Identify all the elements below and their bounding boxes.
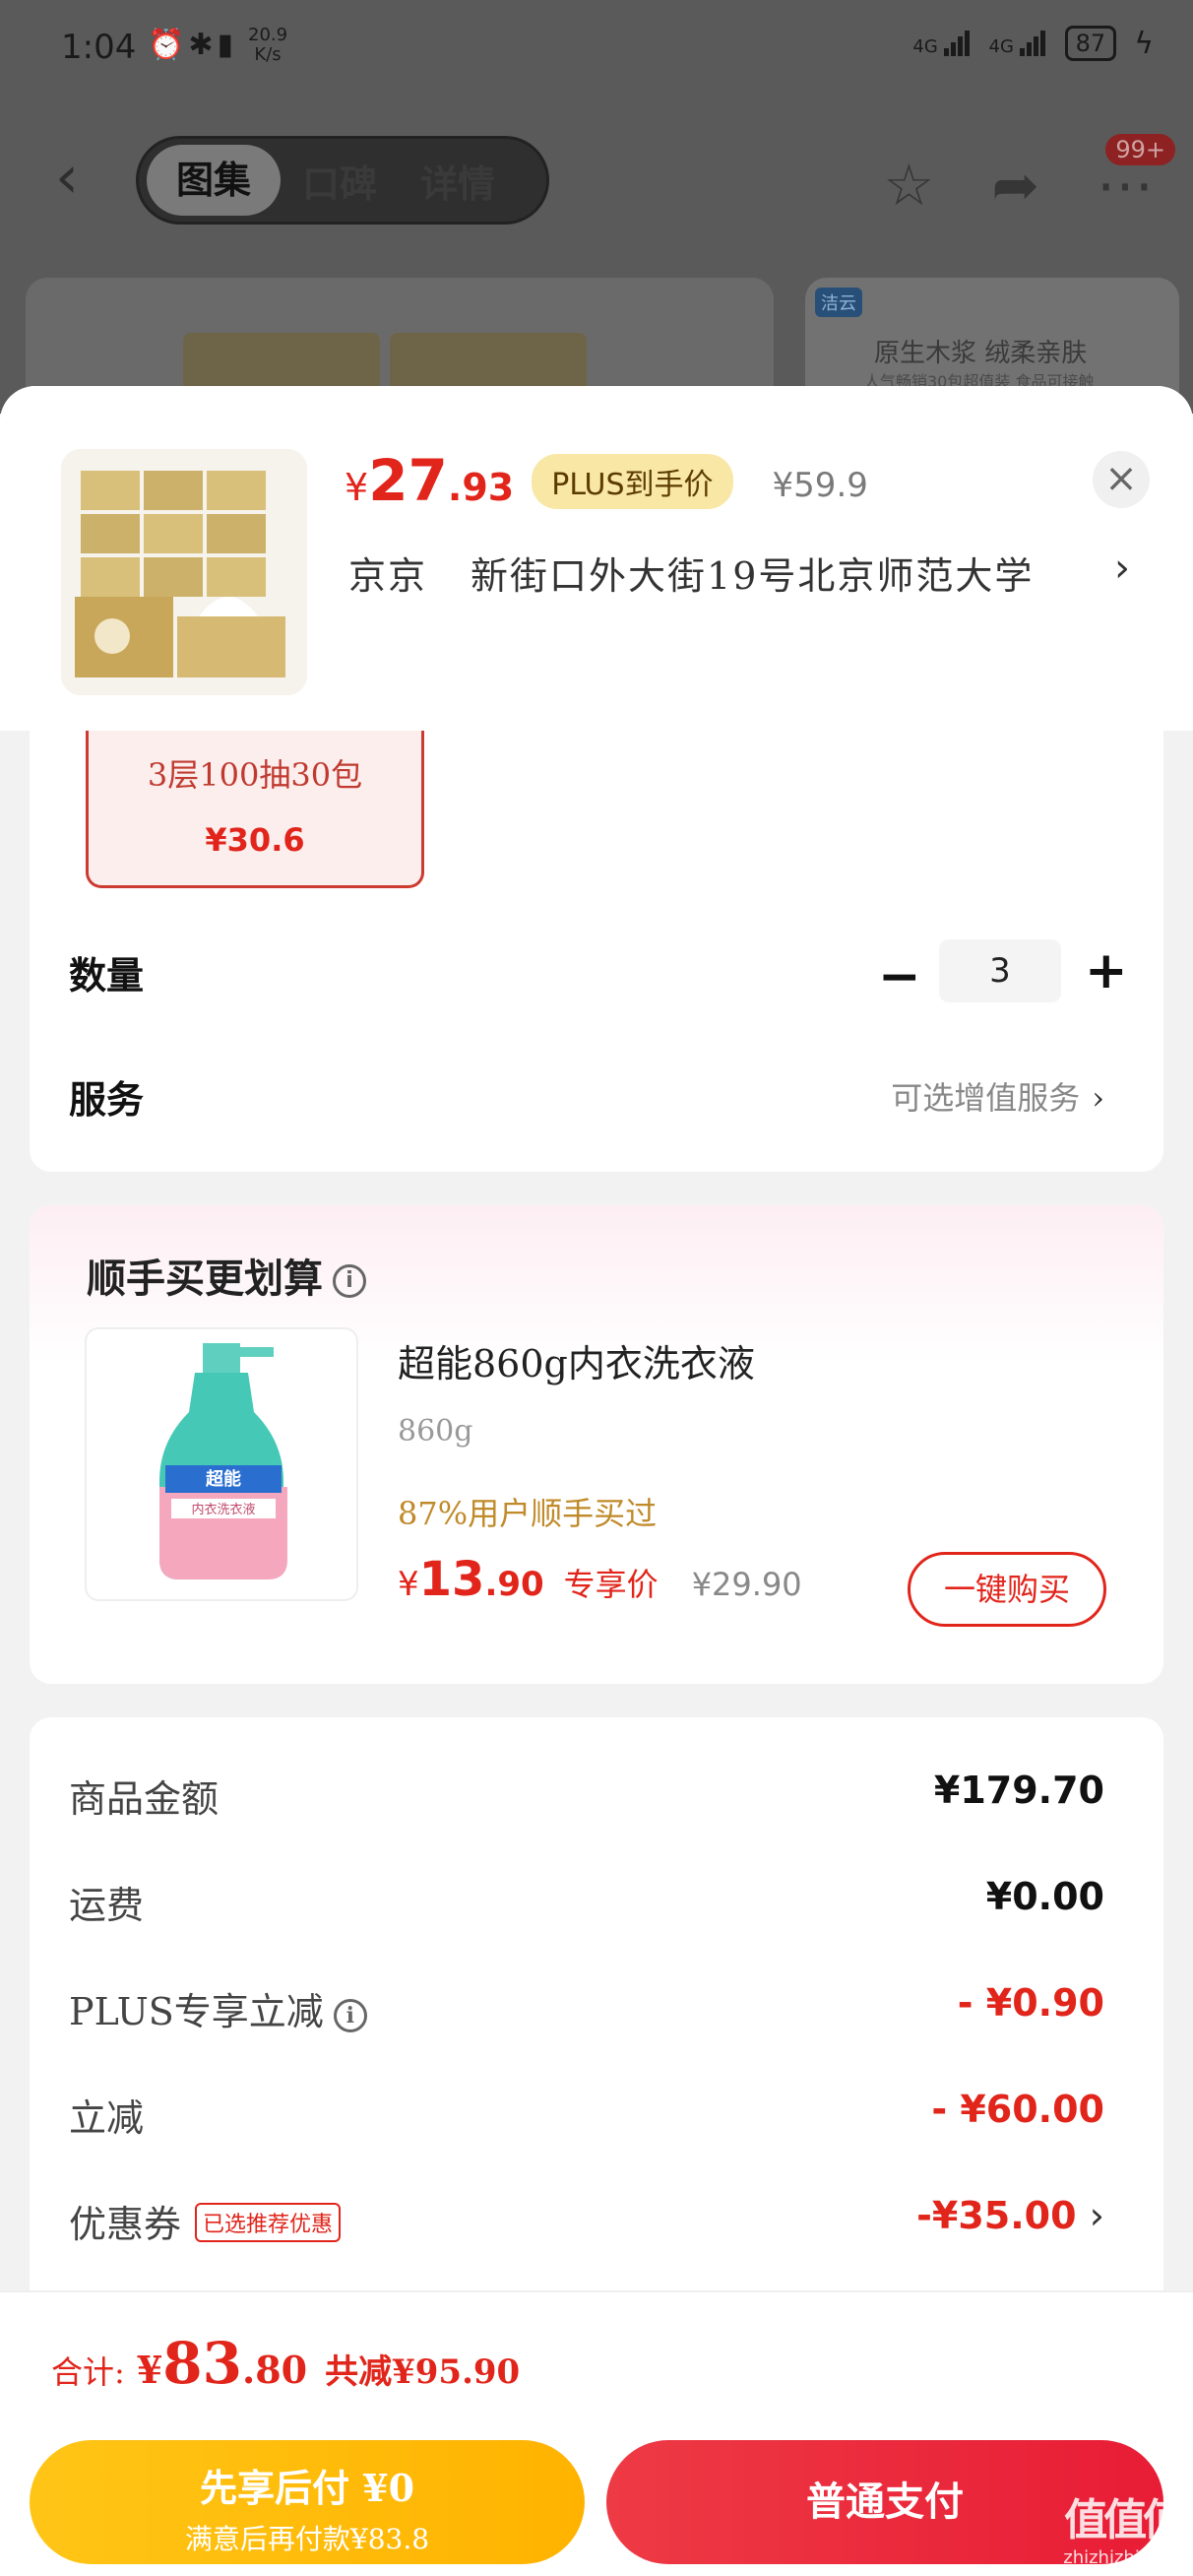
summary-label: 优惠券 已选推荐优惠 [69, 2194, 342, 2248]
summary-row: PLUS专享立减 i - ¥0.90 [69, 1981, 1104, 2040]
bg-ad-logo: 洁云 [815, 288, 862, 317]
upsell-product-image[interactable]: 超能 内衣洗衣液 [85, 1327, 358, 1601]
product-thumbnail[interactable] [61, 449, 307, 695]
spec-option-selected[interactable]: 3层100抽30包 ¥30.6 [86, 731, 424, 888]
watermark-domain: zhizhizhi.com [1063, 2547, 1183, 2568]
address-name: 京京 [348, 554, 428, 598]
summary-value: - ¥0.90 [957, 1981, 1104, 2025]
charging-icon: ϟ [1134, 26, 1154, 61]
order-total: 合计: ¥83.80 共减¥95.90 [51, 2330, 521, 2397]
tab-reviews[interactable]: 口碑 [281, 154, 399, 208]
star-icon[interactable]: ☆ [883, 152, 934, 219]
back-icon[interactable]: ‹ [55, 148, 94, 209]
coupon-row[interactable]: 优惠券 已选推荐优惠 -¥35.00 › [69, 2194, 1104, 2253]
upsell-title: 顺手买更划算 i [87, 1247, 366, 1304]
total-label: 合计: [51, 2353, 125, 2391]
spec-option-price: ¥30.6 [205, 821, 305, 859]
status-right: 4G 4G 87 ϟ [912, 26, 1154, 61]
status-system-icons: ⏰✱▮ [148, 28, 237, 62]
pay-later-button[interactable]: 先享后付 ¥0 满意后再付款¥83.8 [30, 2440, 585, 2564]
delivery-address[interactable]: 京京 新街口外大街19号北京师范大学 [348, 546, 1034, 600]
summary-label: 商品金额 [69, 1777, 220, 1821]
signal-icon: 4G [989, 31, 1047, 56]
close-icon[interactable]: × [1093, 451, 1150, 508]
watermark: 值值值 zhizhizhi.com [1063, 2484, 1186, 2568]
net-speed: 20.9 K/s [248, 25, 288, 65]
product-nav: ‹ 图集 口碑 详情 ☆ ➦ ⋯ 99+ [0, 128, 1193, 236]
one-click-buy-button[interactable]: 一键购买 [908, 1552, 1106, 1627]
pay-later-title: 先享后付 ¥0 [199, 2466, 415, 2510]
message-badge: 99+ [1105, 134, 1175, 165]
spec-option-label: 3层100抽30包 [147, 756, 363, 794]
upsell-price-row: ¥13.90 专享价 ¥29.90 [398, 1552, 802, 1607]
summary-value: ¥179.70 [933, 1769, 1104, 1812]
plus-icon[interactable]: + [1085, 941, 1128, 1000]
total-amount: 83 [162, 2330, 242, 2397]
status-time: 1:04 [61, 28, 137, 67]
chevron-right-icon[interactable]: › [1114, 546, 1130, 591]
info-icon[interactable]: i [333, 1998, 367, 2032]
tissue-pack-image [61, 449, 307, 695]
page-backdrop: 1:04 ⏰✱▮ 20.9 K/s 4G 4G 87 ϟ ‹ 图集 口碑 详情 [0, 0, 1193, 414]
purchase-sheet: ¥27.93 PLUS到手价 ¥59.9 × 京京 新街口外大街19号北京师范大学… [0, 386, 1193, 2576]
summary-row: 运费 ¥0.00 [69, 1875, 1104, 1934]
price-summary: 商品金额 ¥179.70 运费 ¥0.00 PLUS专享立减 i - ¥0.90 … [30, 1717, 1163, 2328]
pay-later-subtitle: 满意后再付款¥83.8 [184, 2523, 430, 2555]
service-selector[interactable]: 可选增值服务 › [891, 1073, 1104, 1119]
upsell-card: 顺手买更划算 i 超能 内衣洗衣液 超能860g内衣洗衣液 860g 87%用户顺… [30, 1205, 1163, 1684]
watermark-logo: 值值值 [1064, 2495, 1186, 2545]
upsell-original-price: ¥29.90 [691, 1566, 802, 1603]
summary-label: 运费 [69, 1884, 145, 1927]
product-price: ¥27.93 [345, 447, 515, 514]
original-price: ¥59.9 [772, 466, 868, 505]
info-icon[interactable]: i [333, 1264, 366, 1298]
summary-row: 商品金额 ¥179.70 [69, 1769, 1104, 1828]
total-saved: 共减¥95.90 [325, 2352, 521, 2392]
sheet-header: ¥27.93 PLUS到手价 ¥59.9 × 京京 新街口外大街19号北京师范大学… [0, 386, 1193, 731]
upsell-price: ¥13.90 [398, 1552, 544, 1607]
share-icon[interactable]: ➦ [991, 152, 1039, 219]
spec-section: 3层100抽30包 ¥30.6 数量 − 3 + 服务 可选增值服务 › [30, 731, 1163, 1172]
summary-label: PLUS专享立减 i [69, 1981, 367, 2035]
svg-text:超能: 超能 [206, 1468, 241, 1490]
status-bar: 1:04 ⏰✱▮ 20.9 K/s 4G 4G 87 ϟ [0, 0, 1193, 95]
plus-price-tag: PLUS到手价 [532, 454, 733, 509]
detergent-bottle-image: 超能 内衣洗衣液 [159, 1343, 287, 1579]
chevron-right-icon: › [1092, 1079, 1104, 1117]
summary-row: 立减 - ¥60.00 [69, 2088, 1104, 2147]
bg-ad-headline: 原生木浆 绒柔亲肤 [874, 339, 1088, 368]
quantity-input[interactable]: 3 [939, 939, 1061, 1002]
checkout-footer: 合计: ¥83.80 共减¥95.90 先享后付 ¥0 满意后再付款¥83.8 … [0, 2290, 1193, 2576]
summary-value: ¥0.00 [985, 1875, 1104, 1918]
summary-value: -¥35.00 › [916, 2194, 1104, 2237]
tab-details[interactable]: 详情 [399, 154, 517, 208]
signal-icon: 4G [912, 31, 971, 56]
service-label: 服务 [69, 1078, 145, 1122]
upsell-product-spec: 860g [398, 1414, 473, 1449]
nav-tabs: 图集 口碑 详情 [136, 136, 549, 225]
coupon-tag: 已选推荐优惠 [195, 2202, 342, 2242]
chevron-right-icon: › [1089, 2194, 1104, 2237]
summary-value: - ¥60.00 [931, 2088, 1104, 2131]
product-price-row: ¥27.93 PLUS到手价 ¥59.9 [345, 447, 868, 515]
upsell-bought-percentage: 87%用户顺手买过 [398, 1495, 658, 1532]
address-text: 新街口外大街19号北京师范大学 [471, 554, 1035, 598]
minus-icon[interactable]: − [878, 947, 921, 1006]
summary-label: 立减 [69, 2096, 145, 2140]
battery-icon: 87 [1064, 26, 1117, 61]
svg-text:内衣洗衣液: 内衣洗衣液 [191, 1502, 255, 1517]
tab-gallery[interactable]: 图集 [147, 145, 282, 216]
upsell-price-label: 专享价 [563, 1566, 659, 1603]
quantity-label: 数量 [69, 954, 145, 998]
upsell-product-name[interactable]: 超能860g内衣洗衣液 [398, 1333, 755, 1387]
